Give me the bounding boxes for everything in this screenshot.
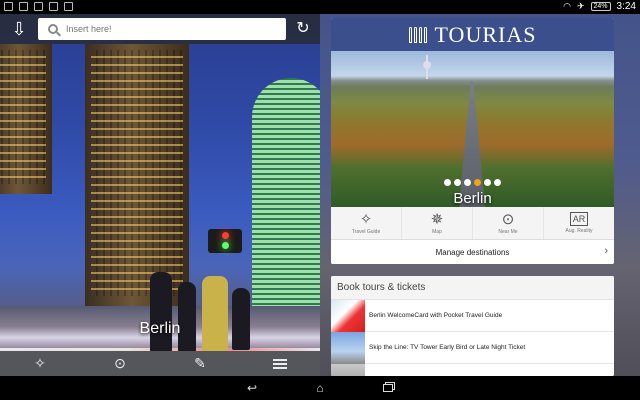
pager-dot[interactable] [494, 179, 501, 186]
pedestrian [202, 276, 228, 356]
android-icon [49, 2, 58, 11]
pedestrian [150, 272, 172, 352]
tool-map[interactable]: ✵ Map [402, 207, 473, 239]
search-toolbar: ⇩ ↻ [0, 14, 320, 44]
tourias-logo-icon [408, 26, 427, 43]
destination-tools: ✧ Travel Guide ✵ Map ⊙ Near Me AR Aug. R… [331, 207, 614, 240]
search-box[interactable] [38, 18, 286, 40]
tour-thumbnail [331, 299, 365, 332]
building-center [85, 44, 189, 306]
pager-dot[interactable] [484, 179, 491, 186]
destination-name: Berlin [453, 190, 492, 207]
search-icon [48, 24, 58, 34]
pedestrian [232, 288, 250, 350]
status-bar: ◠ ✈ 24% 3:24 [0, 0, 640, 14]
tour-item[interactable] [331, 363, 614, 376]
menu-icon[interactable] [268, 356, 292, 372]
clock: 3:24 [616, 1, 636, 12]
tours-card: Book tours & tickets Berlin WelcomeCard … [331, 276, 614, 376]
left-bottom-bar: ✧ ⊙ ✎ [0, 351, 320, 376]
pager-dot[interactable] [464, 179, 471, 186]
tool-label: Near Me [498, 228, 518, 235]
store-icon [64, 2, 73, 11]
tour-thumbnail [331, 363, 365, 376]
pager-dot[interactable] [454, 179, 461, 186]
airplane-icon: ✈ [576, 1, 585, 11]
pedestrian [178, 282, 196, 352]
tour-title: Skip the Line: TV Tower Early Bird or La… [369, 344, 526, 351]
avenue [459, 81, 485, 207]
tour-item[interactable]: Berlin WelcomeCard with Pocket Travel Gu… [331, 299, 614, 332]
refresh-icon[interactable]: ↻ [294, 20, 312, 38]
tour-title: Berlin WelcomeCard with Pocket Travel Gu… [369, 312, 503, 319]
tours-title: Book tours & tickets [331, 276, 614, 300]
system-icons: ◠ ✈ 24% 3:24 [563, 1, 636, 12]
tour-thumbnail [331, 331, 365, 364]
destination-card: TOURIAS Berlin ✧ Travel Guide ✵ Map ⊙ Ne… [331, 18, 614, 264]
battery-indicator: 24% [590, 2, 611, 11]
recent-apps-icon[interactable] [380, 381, 396, 395]
chevron-right-icon: › [604, 245, 608, 257]
tool-label: Map [432, 228, 442, 235]
manage-destinations-label: Manage destinations [435, 247, 510, 257]
near-me-icon[interactable]: ⊙ [108, 355, 132, 372]
back-icon[interactable]: ↩ [244, 381, 260, 395]
tv-tower-ball [423, 61, 431, 69]
traffic-light [208, 229, 242, 253]
destination-pager[interactable] [331, 179, 614, 186]
tool-near-me[interactable]: ⊙ Near Me [473, 207, 544, 239]
compass-star-icon[interactable]: ✧ [28, 355, 52, 372]
tool-label: Aug. Reality [565, 228, 593, 234]
pager-dot[interactable] [474, 179, 481, 186]
search-input[interactable] [66, 24, 266, 34]
tool-aug-reality[interactable]: AR Aug. Reality [544, 207, 614, 239]
tour-item[interactable]: Skip the Line: TV Tower Early Bird or La… [331, 331, 614, 364]
usb-icon [4, 2, 13, 11]
notification-icons [4, 2, 73, 11]
near-me-icon: ⊙ [501, 210, 515, 228]
brand-header: TOURIAS [331, 18, 614, 51]
brand-name: TOURIAS [434, 21, 537, 47]
pager-dot[interactable] [444, 179, 451, 186]
tool-label: Travel Guide [351, 228, 381, 235]
tool-travel-guide[interactable]: ✧ Travel Guide [331, 207, 402, 239]
sync-icon [19, 2, 28, 11]
destination-photo[interactable]: Berlin [331, 51, 614, 207]
building-glass-tower [252, 78, 320, 308]
xda-icon [34, 2, 43, 11]
map-compass-icon: ✵ [430, 210, 444, 228]
compass-star-icon: ✧ [359, 210, 373, 228]
wifi-icon: ◠ [563, 1, 571, 11]
building-left [0, 44, 52, 194]
city-caption: Berlin [139, 320, 181, 337]
system-nav-bar: ↩ ⌂ [0, 376, 640, 400]
manage-destinations-button[interactable]: Manage destinations › [331, 240, 614, 264]
pen-icon[interactable]: ✎ [188, 355, 212, 372]
right-column[interactable]: TOURIAS Berlin ✧ Travel Guide ✵ Map ⊙ Ne… [320, 14, 640, 376]
ar-icon: AR [569, 212, 589, 226]
home-icon[interactable]: ⌂ [312, 381, 328, 395]
download-icon[interactable]: ⇩ [8, 18, 30, 40]
